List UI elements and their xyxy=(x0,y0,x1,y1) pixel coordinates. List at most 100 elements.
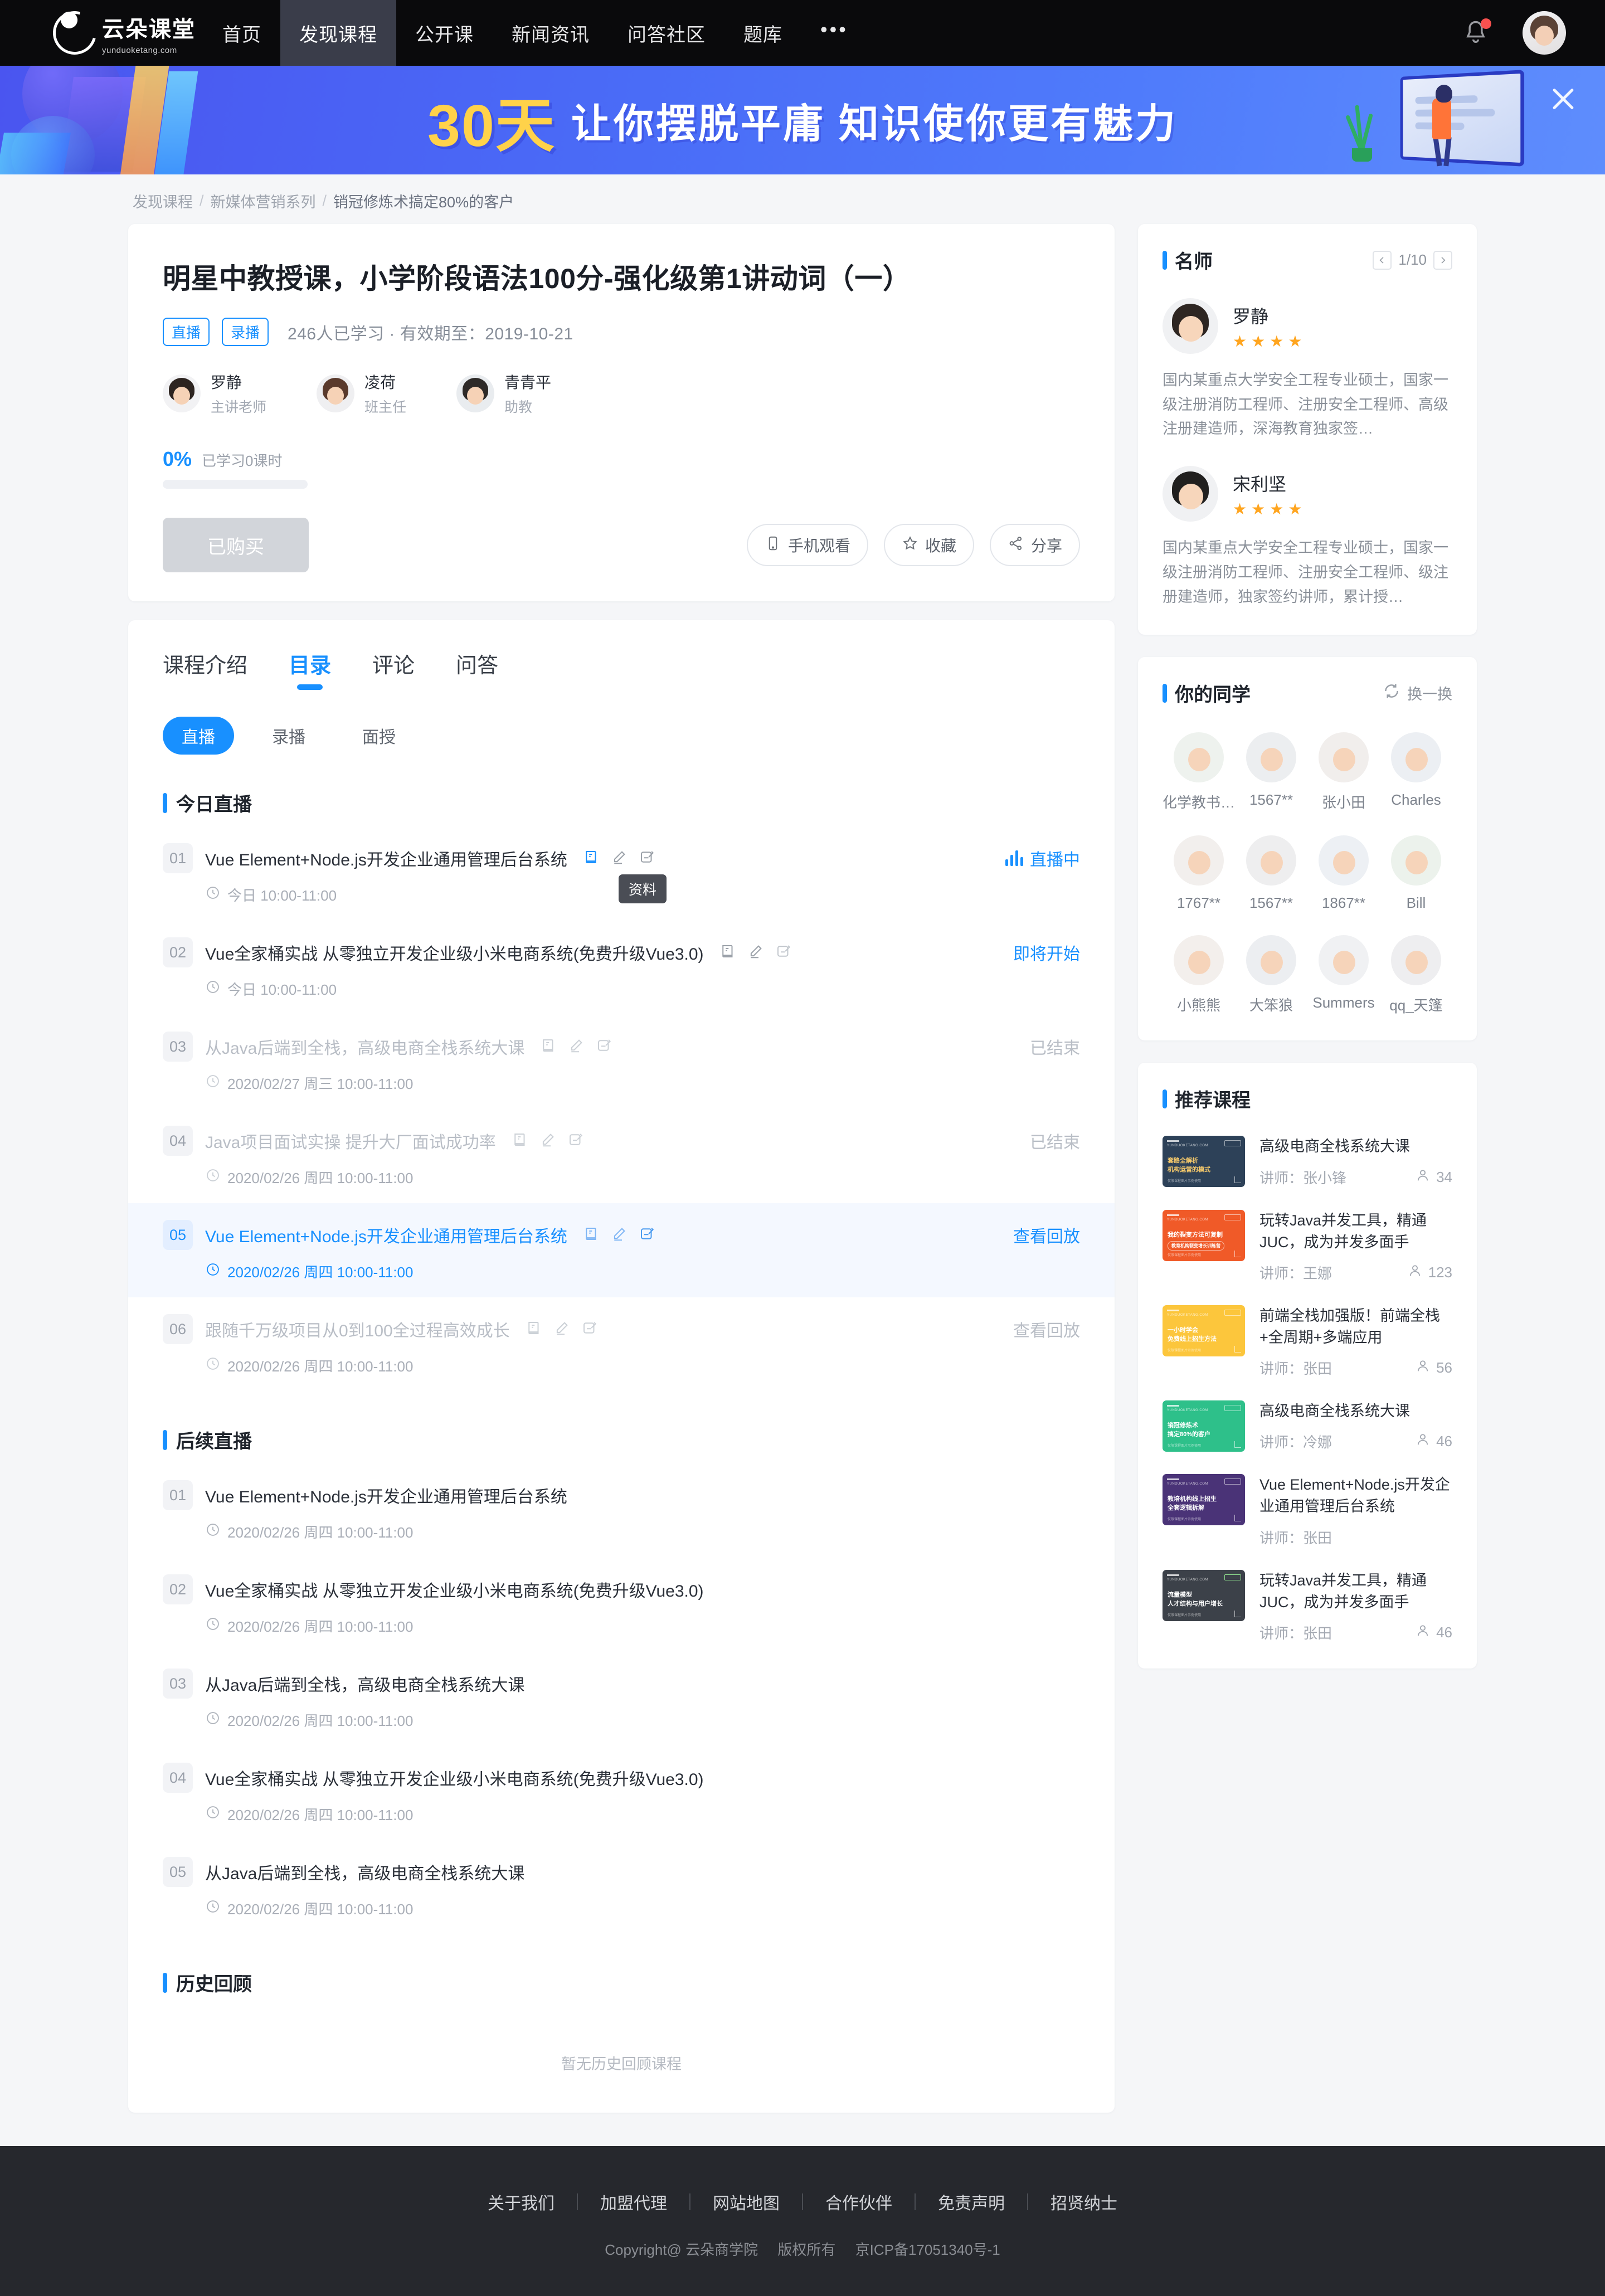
lesson-row[interactable]: 01 Vue Element+Node.js开发企业通用管理后台系统 2020/… xyxy=(128,1463,1115,1558)
exam-icon[interactable] xyxy=(581,1320,598,1339)
recommended-course-item[interactable]: YUNDUOKETANG.COM 销冠修炼术 搞定80%的客户 仅限课程图片示例… xyxy=(1163,1400,1452,1452)
promo-banner[interactable]: 30天 让你摆脱平庸 知识使你更有魅力 xyxy=(0,66,1605,174)
classmate-item[interactable]: Bill xyxy=(1380,835,1452,912)
recommended-course-item[interactable]: YUNDUOKETANG.COM 套路全解析 机构运营的模式 仅限课程图片示例使… xyxy=(1163,1136,1452,1188)
lesson-row[interactable]: 05 从Java后端到全栈，高级电商全栈系统大课 2020/02/26 周四 1… xyxy=(128,1840,1115,1934)
classmate-item[interactable]: 小熊熊 xyxy=(1163,935,1235,1015)
footer-link-about[interactable]: 关于我们 xyxy=(465,2190,577,2214)
lesson-row[interactable]: 04 Java项目面试实操 提升大厂面试成功率 已结束 2020/02/26 周… xyxy=(128,1109,1115,1203)
course-teacher[interactable]: 罗静 主讲老师 xyxy=(163,371,266,416)
homework-icon[interactable] xyxy=(568,1037,585,1057)
nav-item-public-class[interactable]: 公开课 xyxy=(396,0,493,66)
materials-icon[interactable] xyxy=(719,943,736,962)
filter-offline[interactable]: 面授 xyxy=(343,717,415,755)
lesson-row[interactable]: 02 Vue全家桶实战 从零独立开发企业级小米电商系统(免费升级Vue3.0) … xyxy=(128,1558,1115,1652)
lesson-row[interactable]: 03 从Java后端到全栈，高级电商全栈系统大课 2020/02/26 周四 1… xyxy=(128,1652,1115,1746)
banner-main-text: 让你摆脱平庸 知识使你更有魅力 xyxy=(571,102,1178,147)
lesson-status[interactable]: 查看回放 xyxy=(1013,1317,1080,1341)
section-title-history: 历史回顾 xyxy=(163,1969,1115,1996)
footer-link-careers[interactable]: 招贤纳士 xyxy=(1028,2190,1140,2214)
section-title-upcoming-live: 后续直播 xyxy=(163,1426,1115,1453)
refresh-classmates-button[interactable]: 换一换 xyxy=(1383,682,1452,704)
chevron-left-icon[interactable] xyxy=(1373,250,1392,270)
classmate-item[interactable]: 1767** xyxy=(1163,835,1235,912)
homework-icon[interactable] xyxy=(611,849,628,868)
recommended-course-item[interactable]: YUNDUOKETANG.COM 我的裂变方法可复制 教育机构裂变增长训练营 仅… xyxy=(1163,1209,1452,1283)
nav-item-question-bank[interactable]: 题库 xyxy=(724,0,801,66)
teacher-card[interactable]: 宋利坚 ★ ★ ★ ★ 国内某重点大学安全工程专业硕士，国家一级注册消防工程师、注册安… xyxy=(1163,466,1452,609)
classmate-item[interactable]: 大笨狼 xyxy=(1235,935,1307,1015)
lesson-row[interactable]: 02 Vue全家桶实战 从零独立开发企业级小米电商系统(免费升级Vue3.0) … xyxy=(128,921,1115,1015)
classmate-item[interactable]: 1867** xyxy=(1307,835,1380,912)
materials-icon[interactable] xyxy=(540,1037,557,1057)
footer-link-sitemap[interactable]: 网站地图 xyxy=(690,2190,802,2214)
tab-catalog[interactable]: 目录 xyxy=(289,648,331,688)
lesson-row[interactable]: 05 Vue Element+Node.js开发企业通用管理后台系统 查看回放 xyxy=(128,1203,1115,1297)
classmate-item[interactable]: Summers xyxy=(1307,935,1380,1015)
lesson-status[interactable]: 即将开始 xyxy=(1013,940,1080,965)
lesson-row[interactable]: 01 Vue Element+Node.js开发企业通用管理后台系统 直播中 今… xyxy=(128,826,1115,921)
recommended-course-item[interactable]: YUNDUOKETANG.COM 流量模型 人才结构与用户增长 仅限课程图片示例… xyxy=(1163,1569,1452,1643)
tab-course-intro[interactable]: 课程介绍 xyxy=(163,648,247,688)
materials-icon[interactable] xyxy=(512,1131,528,1151)
nav-item-home[interactable]: 首页 xyxy=(203,0,280,66)
lesson-title: Vue Element+Node.js开发企业通用管理后台系统 xyxy=(205,1228,567,1246)
lesson-row[interactable]: 03 从Java后端到全栈，高级电商全栈系统大课 已结束 2020/02/27 … xyxy=(128,1015,1115,1109)
classmate-item[interactable]: 张小田 xyxy=(1307,732,1380,812)
recommended-course-count: 46 xyxy=(1436,1433,1452,1450)
chevron-right-icon[interactable] xyxy=(1433,250,1452,270)
exam-icon[interactable] xyxy=(775,943,792,962)
exam-icon[interactable] xyxy=(639,849,655,868)
classmate-item[interactable]: 1567** xyxy=(1235,732,1307,812)
tab-comments[interactable]: 评论 xyxy=(372,648,415,688)
nav-item-discover-courses[interactable]: 发现课程 xyxy=(280,0,396,66)
classmate-item[interactable]: Charles xyxy=(1380,732,1452,812)
homework-icon[interactable] xyxy=(553,1320,570,1339)
homework-icon[interactable] xyxy=(611,1225,628,1245)
nav-item-qa-community[interactable]: 问答社区 xyxy=(609,0,724,66)
breadcrumb-item-2[interactable]: 新媒体营销系列 xyxy=(211,190,316,212)
footer-link-disclaimer[interactable]: 免责声明 xyxy=(916,2190,1027,2214)
exam-icon[interactable] xyxy=(639,1225,655,1245)
banner-close-icon[interactable] xyxy=(1547,82,1579,115)
filter-live[interactable]: 直播 xyxy=(163,717,234,755)
lesson-number: 05 xyxy=(163,1220,193,1250)
tab-qa[interactable]: 问答 xyxy=(456,648,498,688)
watch-on-mobile-button[interactable]: 手机观看 xyxy=(746,524,868,566)
filter-recorded[interactable]: 录播 xyxy=(253,717,324,755)
share-button[interactable]: 分享 xyxy=(989,524,1080,566)
lesson-row[interactable]: 06 跟随千万级项目从0到100全过程高效成长 查看回放 2020/02/26 … xyxy=(128,1297,1115,1392)
icp-text[interactable]: 京ICP备17051340号-1 xyxy=(855,2241,1000,2258)
lesson-row[interactable]: 04 Vue全家桶实战 从零独立开发企业级小米电商系统(免费升级Vue3.0) … xyxy=(128,1746,1115,1840)
footer-link-agent[interactable]: 加盟代理 xyxy=(578,2190,689,2214)
footer-link-partners[interactable]: 合作伙伴 xyxy=(803,2190,915,2214)
recommended-course-item[interactable]: YUNDUOKETANG.COM 一小时学会 免费线上招生方法 仅限课程图片示例… xyxy=(1163,1305,1452,1378)
user-avatar[interactable] xyxy=(1523,11,1566,55)
recommended-course-item[interactable]: YUNDUOKETANG.COM 教培机构线上招生 全套逻辑拆解 仅限课程图片示… xyxy=(1163,1474,1452,1547)
exam-icon[interactable] xyxy=(596,1037,612,1057)
favorite-button[interactable]: 收藏 xyxy=(883,524,974,566)
breadcrumb-item-1[interactable]: 发现课程 xyxy=(133,190,193,212)
course-teacher[interactable]: 凌荷 班主任 xyxy=(317,371,406,416)
teacher-card[interactable]: 罗静 ★ ★ ★ ★ 国内某重点大学安全工程专业硕士，国家一级注册消防工程师、注册安全… xyxy=(1163,298,1452,441)
course-thumbnail: YUNDUOKETANG.COM 流量模型 人才结构与用户增长 仅限课程图片示例… xyxy=(1163,1569,1245,1621)
course-teacher[interactable]: 青青平 助教 xyxy=(456,371,551,416)
nav-item-news[interactable]: 新闻资讯 xyxy=(493,0,609,66)
classmate-item[interactable]: 1567** xyxy=(1235,835,1307,912)
cloud-logo-icon xyxy=(45,3,105,63)
classmate-item[interactable]: qq_天篷 xyxy=(1380,935,1452,1015)
homework-icon[interactable] xyxy=(747,943,764,962)
notification-bell-icon[interactable] xyxy=(1461,17,1491,48)
homework-icon[interactable] xyxy=(539,1131,556,1151)
site-logo[interactable]: 云朵课堂 yunduoketang.com xyxy=(45,3,203,63)
purchased-button[interactable]: 已购买 xyxy=(163,518,309,572)
materials-icon[interactable] xyxy=(526,1320,542,1339)
lesson-status[interactable]: 直播中 xyxy=(1030,846,1080,870)
materials-icon[interactable] xyxy=(583,849,600,868)
materials-icon[interactable] xyxy=(583,1225,600,1245)
nav-item-more[interactable]: ••• xyxy=(801,0,867,66)
teacher-avatar xyxy=(317,374,355,412)
classmate-item[interactable]: 化学教书… xyxy=(1163,732,1235,812)
exam-icon[interactable] xyxy=(567,1131,584,1151)
lesson-status[interactable]: 查看回放 xyxy=(1013,1223,1080,1247)
